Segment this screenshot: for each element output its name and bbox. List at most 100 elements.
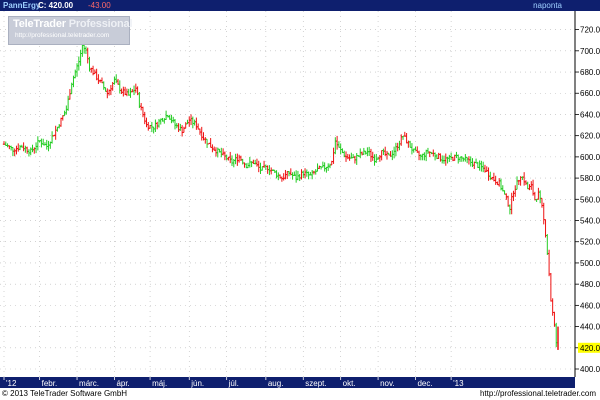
price-bar — [316, 163, 319, 172]
price-bar — [537, 187, 540, 200]
price-chart[interactable]: 400.00 420.00 440.00 460.00 480.00 500.00 520.… — [0, 11, 600, 388]
price-bars — [2, 40, 559, 350]
price-bar — [419, 154, 423, 161]
y-tick-label: 400.00 — [580, 365, 600, 374]
price-bar — [18, 144, 22, 151]
price-bar — [17, 143, 20, 152]
price-bar — [424, 149, 428, 162]
price-bar — [303, 168, 307, 179]
price-bar — [147, 122, 150, 131]
price-bar — [515, 176, 519, 190]
price-bar — [118, 80, 121, 94]
price-bar — [163, 118, 166, 124]
price-bar — [86, 47, 89, 64]
y-tick-label: 500.00 — [580, 259, 600, 268]
price-bar — [530, 181, 533, 190]
price-bar — [54, 125, 57, 140]
price-bar — [464, 154, 467, 162]
price-bar — [328, 163, 332, 169]
price-bar — [221, 148, 225, 156]
price-bar — [31, 144, 34, 153]
x-tick-label: '13 — [453, 379, 464, 388]
price-bar — [77, 56, 81, 71]
y-tick-label: 600.00 — [580, 153, 600, 162]
price-bar — [93, 69, 97, 75]
teletrader-logo: TeleTrader Professional http://professio… — [8, 16, 133, 45]
price-bar — [335, 135, 339, 150]
price-bar — [115, 74, 118, 84]
price-bar — [522, 172, 526, 186]
logo-suffix: Professional — [68, 18, 133, 30]
price-bar — [391, 150, 394, 161]
price-bar — [392, 146, 396, 159]
logo-url: http://professional.teletrader.com — [15, 32, 110, 39]
price-bar — [371, 151, 374, 161]
chart-grid — [0, 11, 575, 377]
price-bar — [34, 142, 38, 154]
price-bar — [102, 81, 105, 90]
logo-name: TeleTrader Professional — [13, 18, 133, 30]
x-tick-label: aug. — [268, 379, 284, 388]
price-bar — [145, 117, 148, 128]
price-bar — [546, 234, 549, 255]
price-bar — [204, 137, 207, 144]
price-bar — [13, 148, 16, 157]
price-bar — [346, 153, 350, 160]
price-bar — [314, 169, 317, 175]
price-bar — [549, 272, 553, 302]
price-bar — [410, 143, 414, 155]
symbol-label[interactable]: PannErgy — [3, 0, 40, 11]
price-bar — [123, 86, 127, 96]
price-bar — [241, 158, 244, 165]
price-bar — [408, 140, 412, 148]
price-bar — [305, 169, 309, 177]
price-bar — [277, 172, 280, 181]
price-bar — [458, 156, 462, 162]
price-bar — [478, 160, 481, 171]
price-bar — [394, 142, 398, 157]
price-bar — [65, 105, 68, 115]
price-bar — [230, 155, 234, 166]
price-bar — [460, 156, 464, 162]
price-bar — [229, 151, 232, 164]
price-bar — [551, 298, 554, 316]
price-bar — [275, 170, 278, 179]
price-bar — [237, 154, 241, 163]
price-bar — [122, 86, 125, 97]
price-bar — [471, 158, 474, 168]
price-bar — [9, 145, 13, 151]
price-bar — [109, 84, 113, 96]
price-bar — [262, 160, 266, 168]
price-bar — [188, 116, 191, 127]
price-bar — [325, 166, 328, 173]
y-tick-label: 440.00 — [580, 323, 600, 332]
price-bar — [191, 116, 195, 129]
price-bar — [323, 162, 326, 172]
price-bar — [243, 162, 246, 168]
price-bar — [547, 249, 551, 277]
price-bar — [214, 147, 218, 157]
price-bar — [405, 132, 408, 144]
price-bar — [526, 181, 529, 190]
x-tick-label: júl. — [228, 379, 239, 388]
price-bar — [211, 144, 214, 153]
y-tick-label: 420.00 — [580, 344, 600, 353]
price-bar — [512, 190, 515, 202]
price-bar — [510, 192, 513, 215]
price-bar — [441, 155, 444, 164]
y-tick-label: 680.00 — [580, 68, 600, 77]
price-bar — [467, 156, 471, 165]
price-bar — [494, 175, 497, 185]
price-bar — [433, 152, 437, 161]
y-tick-label: 720.00 — [580, 26, 600, 35]
price-bar — [8, 145, 11, 150]
price-bar — [195, 117, 198, 130]
x-tick-label: ápr. — [116, 379, 129, 388]
price-bar — [184, 122, 187, 129]
y-tick-label: 580.00 — [580, 174, 600, 183]
price-bar — [253, 159, 257, 165]
price-bar — [139, 102, 143, 111]
frequency-label[interactable]: naponta — [533, 0, 562, 11]
x-tick-label: jún. — [190, 379, 204, 388]
footer-link[interactable]: http://professional.teletrader.com — [480, 388, 596, 400]
